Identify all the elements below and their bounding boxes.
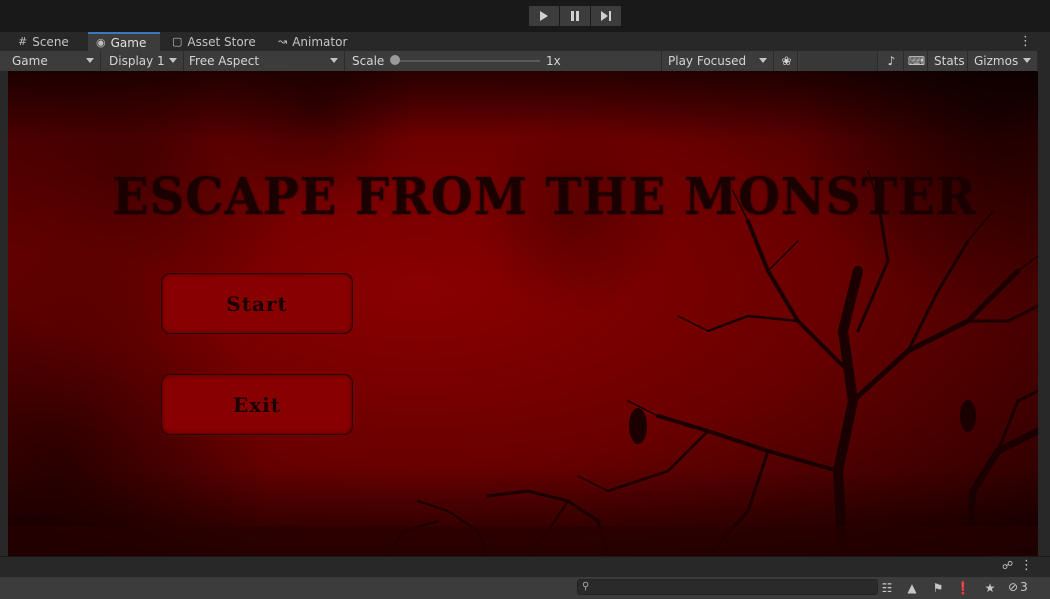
right-panel-edge (1038, 32, 1050, 556)
chevron-down-icon (169, 58, 177, 63)
play-mode-select[interactable]: Play Focused (664, 51, 774, 71)
project-panel-header: ☍ ⋮ (0, 556, 1050, 578)
search-by-label-button[interactable]: ▲ (903, 579, 921, 596)
star-icon: ★ (984, 580, 996, 595)
view-select-value: Game (12, 54, 48, 68)
mute-audio-toggle[interactable]: ♪ (880, 51, 904, 71)
filter-type-icon: ☷ (881, 580, 893, 595)
chevron-down-icon (1023, 58, 1031, 63)
scale-label-text: Scale (352, 54, 385, 68)
pause-icon (571, 11, 579, 21)
shapes-icon: ▲ (907, 580, 917, 595)
step-button[interactable] (591, 6, 621, 26)
tab-game[interactable]: ◉ Game (88, 32, 160, 51)
chevron-down-icon (330, 58, 338, 63)
search-input[interactable]: ⚲ (577, 579, 878, 595)
tab-scene[interactable]: # Scene (10, 32, 77, 51)
game-title: Escape From The Monster (112, 167, 977, 227)
warning-icon: ❗ (955, 580, 971, 595)
chevron-down-icon (759, 58, 767, 63)
gizmos-label: Gizmos (974, 54, 1019, 68)
scale-slider-track[interactable] (395, 60, 540, 62)
warning-filter-button[interactable]: ❗ (954, 579, 972, 596)
exit-button[interactable]: Exit (161, 374, 353, 435)
view-select[interactable]: Game (8, 51, 101, 71)
tag-icon: ⚑ (932, 580, 944, 595)
pause-button[interactable] (560, 6, 590, 26)
tab-asset-store-label: Asset Store (187, 34, 256, 49)
hidden-packages-toggle[interactable]: ⊘ 3 (1008, 580, 1028, 594)
left-panel-strip (0, 71, 8, 556)
grid-icon: # (18, 35, 28, 48)
play-button[interactable] (529, 6, 559, 26)
aspect-select-value: Free Aspect (189, 54, 260, 68)
animator-icon: ↝ (278, 35, 288, 48)
stats-button[interactable]: Stats (930, 51, 968, 71)
play-icon (540, 11, 548, 21)
editor-tab-bar: # Scene ◉ Game ▢ Asset Store ↝ Animator … (0, 32, 1050, 51)
keyboard-icon: ⌨ (907, 54, 926, 68)
search-icon: ⚲ (582, 581, 590, 592)
speaker-icon: ♪ (887, 54, 896, 68)
bug-icon: ❀ (781, 54, 792, 68)
scale-value: 1x (542, 51, 662, 71)
search-by-type-button[interactable]: ☷ (878, 579, 896, 596)
panel-menu-icon[interactable]: ⋮ (1020, 558, 1033, 573)
gamepad-icon: ◉ (96, 36, 106, 49)
tab-animator-label: Animator (292, 34, 348, 49)
tab-scene-label: Scene (32, 34, 69, 49)
play-mode-value: Play Focused (668, 54, 747, 68)
toolbar-spacer (800, 51, 878, 71)
stats-label: Stats (934, 54, 965, 68)
play-button-group (529, 6, 621, 26)
scale-value-text: 1x (546, 54, 561, 68)
chevron-down-icon (86, 58, 94, 63)
display-select-value: Display 1 (109, 54, 165, 68)
eye-hidden-icon: ⊘ (1008, 580, 1019, 594)
tag-filter-button[interactable]: ⚑ (929, 579, 947, 596)
gizmos-dropdown[interactable]: Gizmos (970, 51, 1038, 71)
aspect-select[interactable]: Free Aspect (185, 51, 345, 71)
scale-slider-handle[interactable] (390, 55, 400, 65)
tab-animator[interactable]: ↝ Animator (270, 32, 355, 51)
tab-game-label: Game (110, 35, 147, 50)
start-button[interactable]: Start (161, 273, 353, 334)
bug-toggle[interactable]: ❀ (776, 51, 798, 71)
lock-icon[interactable]: ☍ (1002, 559, 1013, 572)
hidden-count: 3 (1020, 580, 1028, 594)
store-bag-icon: ▢ (172, 35, 183, 48)
play-controls-bar (0, 0, 1050, 32)
display-select[interactable]: Display 1 (105, 51, 184, 71)
tab-asset-store[interactable]: ▢ Asset Store (164, 32, 264, 51)
tab-menu-icon[interactable]: ⋮ (1019, 34, 1032, 49)
step-icon (601, 11, 611, 21)
game-viewport[interactable]: Escape From The Monster Start Exit (8, 71, 1038, 556)
shortcuts-toggle[interactable]: ⌨ (906, 51, 928, 71)
favorites-button[interactable]: ★ (981, 579, 999, 596)
